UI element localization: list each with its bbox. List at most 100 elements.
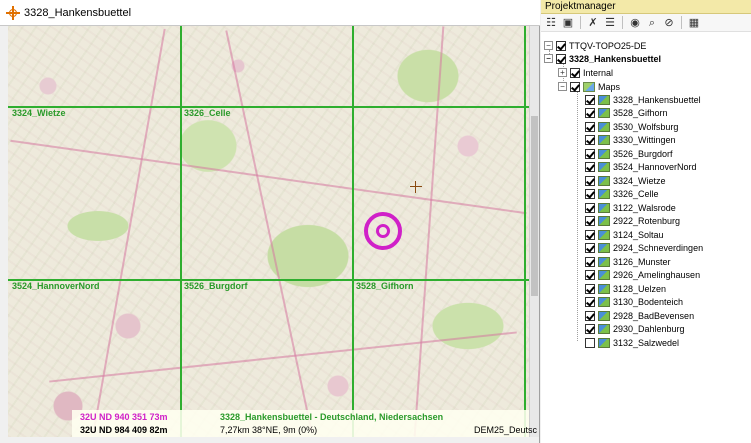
target-marker[interactable] <box>364 212 402 250</box>
checkbox[interactable] <box>585 296 595 307</box>
checkbox[interactable] <box>585 256 595 267</box>
map-road <box>413 26 445 437</box>
checkbox[interactable] <box>585 229 595 240</box>
checkbox[interactable] <box>585 134 595 145</box>
map-icon <box>598 323 610 334</box>
map-item[interactable]: 3324_Wietze <box>585 174 666 187</box>
topographic-map[interactable]: 3324_Wietze 3326_Celle 3524_HannoverNord… <box>8 26 529 437</box>
map-item-label: 3530_Wolfsburg <box>613 121 679 132</box>
checkbox[interactable] <box>585 242 595 253</box>
map-item-label: 3324_Wietze <box>613 175 666 186</box>
map-icon <box>598 283 610 294</box>
checkbox[interactable] <box>585 323 595 334</box>
checkbox[interactable] <box>585 107 595 118</box>
collapse-toggle[interactable]: − <box>544 54 553 63</box>
checkbox[interactable] <box>585 337 595 348</box>
checkbox[interactable] <box>570 67 580 78</box>
search-icon[interactable]: ⌕ <box>645 16 659 30</box>
grid-icon[interactable]: ▦ <box>687 16 701 30</box>
map-icon <box>598 107 610 118</box>
tree-node-label: 3328_Hankensbuettel <box>569 53 662 64</box>
map-item-label: 3526_Burgdorf <box>613 148 673 159</box>
scrollbar-thumb[interactable] <box>531 116 538 296</box>
map-icon <box>598 148 610 159</box>
checkbox[interactable] <box>585 94 595 105</box>
map-item[interactable]: 2924_Schneverdingen <box>585 241 703 254</box>
tree-node-root[interactable]: − TTQV-TOPO25-DE <box>544 39 646 52</box>
map-item[interactable]: 3524_HannoverNord <box>585 160 697 173</box>
properties-icon[interactable]: ☰ <box>603 16 617 30</box>
map-icon <box>598 121 610 132</box>
delete-icon[interactable]: ✗ <box>586 16 600 30</box>
hide-icon[interactable]: ⊘ <box>662 16 676 30</box>
checkbox[interactable] <box>585 188 595 199</box>
tree-node-project[interactable]: − 3328_Hankensbuettel <box>544 52 661 65</box>
map-icon <box>598 310 610 321</box>
tree-connector <box>577 90 578 341</box>
project-manager-title: Projektmanager <box>541 0 751 14</box>
map-item[interactable]: 3126_Munster <box>585 255 671 268</box>
center-icon[interactable]: ◉ <box>628 16 642 30</box>
map-item[interactable]: 2922_Rotenburg <box>585 214 680 227</box>
map-window: 3328_Hankensbuettel 3324_Wietze 3326_Cel… <box>0 0 540 443</box>
map-item-label: 3328_Hankensbuettel <box>613 94 701 105</box>
map-item-label: 3124_Soltau <box>613 229 664 240</box>
checkbox[interactable] <box>556 53 566 64</box>
map-icon <box>598 134 610 145</box>
map-titlebar[interactable]: 3328_Hankensbuettel <box>0 0 540 26</box>
map-item[interactable]: 3328_Hankensbuettel <box>585 93 701 106</box>
coordinate-primary: 32U ND 940 351 73m <box>80 412 168 422</box>
collapse-toggle[interactable]: − <box>558 82 567 91</box>
map-item-label: 3326_Celle <box>613 188 659 199</box>
map-item-label: 3132_Salzwedel <box>613 337 680 348</box>
checkbox[interactable] <box>585 148 595 159</box>
map-item[interactable]: 3122_Walsrode <box>585 201 676 214</box>
checkbox[interactable] <box>585 269 595 280</box>
map-icon <box>598 202 610 213</box>
checkbox[interactable] <box>585 175 595 186</box>
map-item[interactable]: 3132_Salzwedel <box>585 336 679 349</box>
tree-node-internal[interactable]: + Internal <box>558 66 613 79</box>
save-icon[interactable]: ▣ <box>561 16 575 30</box>
project-tree: − TTQV-TOPO25-DE − 3328_Hankensbuettel +… <box>541 34 751 443</box>
map-item[interactable]: 2930_Dahlenburg <box>585 322 685 335</box>
map-item[interactable]: 3326_Celle <box>585 187 659 200</box>
map-item[interactable]: 3130_Bodenteich <box>585 295 683 308</box>
map-item[interactable]: 3124_Soltau <box>585 228 664 241</box>
map-item-label: 3330_Wittingen <box>613 134 676 145</box>
checkbox[interactable] <box>585 215 595 226</box>
tree-view-icon[interactable]: ☷ <box>544 16 558 30</box>
map-item-label: 2930_Dahlenburg <box>613 323 685 334</box>
map-item-label: 2924_Schneverdingen <box>613 242 704 253</box>
map-item[interactable]: 3530_Wolfsburg <box>585 120 678 133</box>
checkbox[interactable] <box>556 40 566 51</box>
map-item[interactable]: 3526_Burgdorf <box>585 147 673 160</box>
map-road <box>10 139 527 215</box>
sheet-label-hannovernord: 3524_HannoverNord <box>12 281 100 291</box>
map-item-label: 3122_Walsrode <box>613 202 676 213</box>
cursor-cross-icon <box>410 181 422 193</box>
tree-node-maps-folder[interactable]: − Maps <box>558 80 620 93</box>
map-window-title: 3328_Hankensbuettel <box>24 6 132 19</box>
map-icon <box>598 269 610 280</box>
map-road <box>49 331 517 383</box>
map-item-label: 3528_Gifhorn <box>613 107 668 118</box>
expand-toggle[interactable]: + <box>558 68 567 77</box>
map-vertical-scrollbar[interactable] <box>529 26 539 437</box>
map-item[interactable]: 2928_BadBevensen <box>585 309 694 322</box>
checkbox[interactable] <box>570 81 580 92</box>
map-item[interactable]: 3128_Uelzen <box>585 282 666 295</box>
distance-info: 7,27km 38°NE, 9m (0%) <box>220 425 318 435</box>
map-item[interactable]: 2926_Amelinghausen <box>585 268 700 281</box>
checkbox[interactable] <box>585 121 595 132</box>
checkbox[interactable] <box>585 202 595 213</box>
checkbox[interactable] <box>585 310 595 321</box>
checkbox[interactable] <box>585 161 595 172</box>
map-icon <box>598 242 610 253</box>
map-item[interactable]: 3528_Gifhorn <box>585 106 668 119</box>
sheet-border <box>524 26 526 437</box>
tree-node-label: Internal <box>583 67 614 78</box>
map-item[interactable]: 3330_Wittingen <box>585 133 676 146</box>
collapse-toggle[interactable]: − <box>544 41 553 50</box>
checkbox[interactable] <box>585 283 595 294</box>
